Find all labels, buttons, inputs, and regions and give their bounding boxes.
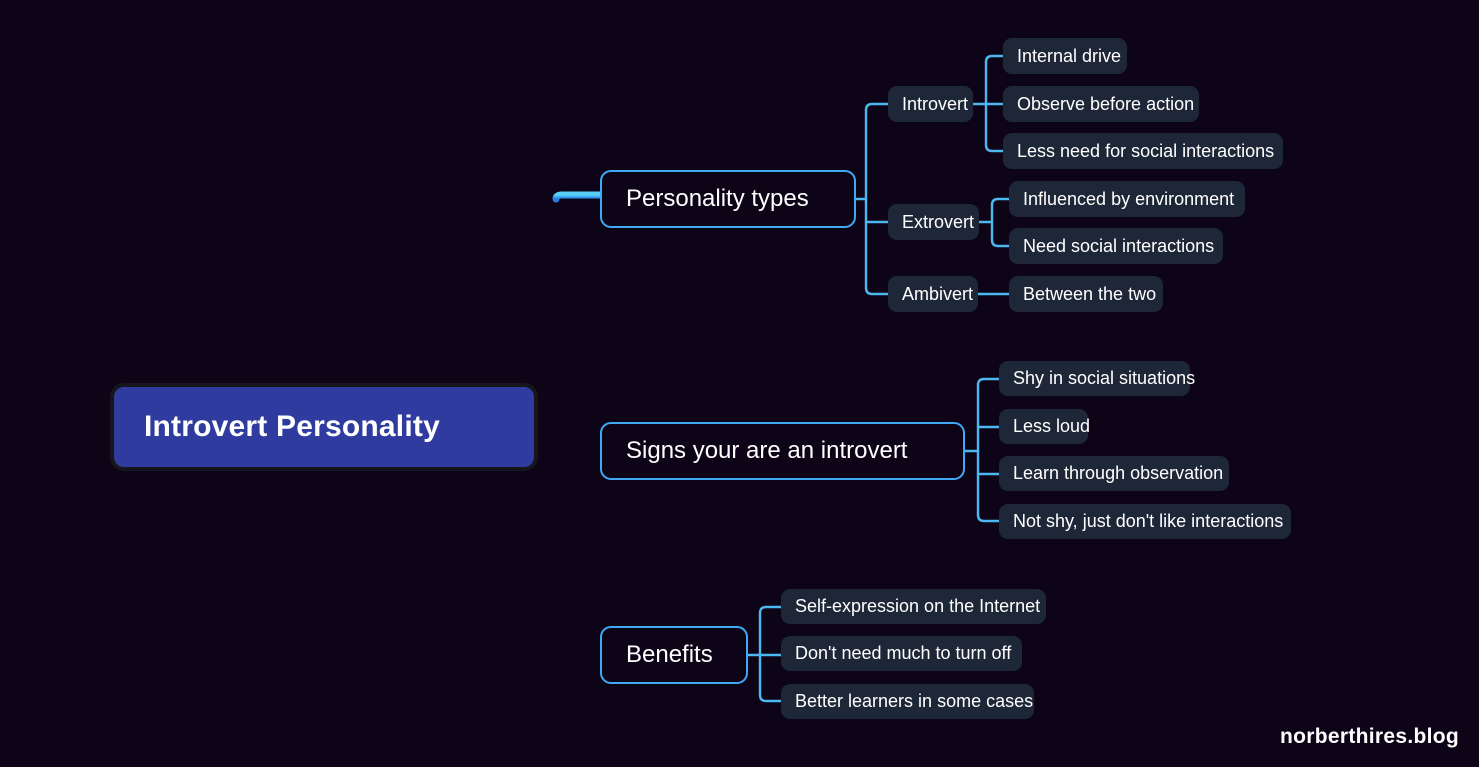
watermark: norberthires.blog bbox=[1280, 725, 1459, 748]
leaf-node-label: Influenced by environment bbox=[1023, 188, 1235, 209]
leaf-node-not-shy-just-dont-like-interactions[interactable]: Not shy, just don't like interactions bbox=[999, 504, 1291, 539]
branch-node-label: Signs your are an introvert bbox=[626, 437, 908, 464]
mindmap-canvas: Introvert Personality Personality types … bbox=[0, 0, 1479, 767]
leaf-node-less-need-for-social-interactions[interactable]: Less need for social interactions bbox=[1003, 133, 1283, 169]
leaf-node-label: Better learners in some cases bbox=[795, 691, 1034, 711]
leaf-node-learn-through-observation[interactable]: Learn through observation bbox=[999, 456, 1229, 491]
leaf-node-label: Observe before action bbox=[1017, 93, 1195, 114]
branch-node-label: Personality types bbox=[626, 185, 809, 212]
branch-connectors-signs bbox=[963, 377, 1001, 523]
branch-node-signs-your-are-an-introvert[interactable]: Signs your are an introvert bbox=[600, 422, 965, 480]
sub-node-extrovert[interactable]: Extrovert bbox=[888, 204, 979, 240]
root-node-label: Introvert Personality bbox=[144, 410, 440, 443]
leaf-node-label: Less need for social interactions bbox=[1017, 140, 1275, 161]
leaf-node-observe-before-action[interactable]: Observe before action bbox=[1003, 86, 1199, 122]
leaf-node-label: Not shy, just don't like interactions bbox=[1013, 511, 1284, 531]
root-node[interactable]: Introvert Personality bbox=[110, 383, 538, 471]
leaf-node-label: Internal drive bbox=[1017, 45, 1122, 66]
trunk-connectors bbox=[534, 191, 604, 659]
branch-connectors-extrovert bbox=[977, 197, 1011, 248]
leaf-node-label: Shy in social situations bbox=[1013, 368, 1196, 388]
leaf-node-shy-in-social-situations[interactable]: Shy in social situations bbox=[999, 361, 1195, 396]
leaf-node-label: Don't need much to turn off bbox=[795, 643, 1012, 663]
branch-connectors-introvert bbox=[971, 54, 1005, 153]
leaf-node-influenced-by-environment[interactable]: Influenced by environment bbox=[1009, 181, 1245, 217]
leaf-node-between-the-two[interactable]: Between the two bbox=[1009, 276, 1163, 312]
sub-node-label: Extrovert bbox=[902, 211, 975, 232]
leaf-node-better-learners-in-some-cases[interactable]: Better learners in some cases bbox=[781, 684, 1034, 719]
leaf-node-dont-need-much-to-turn-off[interactable]: Don't need much to turn off bbox=[781, 636, 1022, 671]
branch-connectors-personality-types bbox=[854, 102, 890, 296]
leaf-node-label: Less loud bbox=[1013, 416, 1091, 436]
leaf-node-internal-drive[interactable]: Internal drive bbox=[1003, 38, 1127, 74]
branch-node-personality-types[interactable]: Personality types bbox=[600, 170, 856, 228]
branch-node-benefits[interactable]: Benefits bbox=[600, 626, 748, 684]
leaf-node-label: Learn through observation bbox=[1013, 463, 1224, 483]
sub-node-ambivert[interactable]: Ambivert bbox=[888, 276, 978, 312]
leaf-node-self-expression-on-the-internet[interactable]: Self-expression on the Internet bbox=[781, 589, 1046, 624]
leaf-node-need-social-interactions[interactable]: Need social interactions bbox=[1009, 228, 1223, 264]
sub-node-label: Ambivert bbox=[902, 283, 974, 304]
branch-connectors-benefits bbox=[746, 605, 783, 703]
sub-node-label: Introvert bbox=[902, 93, 969, 114]
leaf-node-label: Need social interactions bbox=[1023, 235, 1215, 256]
leaf-node-label: Between the two bbox=[1023, 283, 1157, 304]
leaf-node-label: Self-expression on the Internet bbox=[795, 596, 1041, 616]
leaf-node-less-loud[interactable]: Less loud bbox=[999, 409, 1091, 444]
sub-node-introvert[interactable]: Introvert bbox=[888, 86, 973, 122]
branch-node-label: Benefits bbox=[626, 641, 713, 668]
